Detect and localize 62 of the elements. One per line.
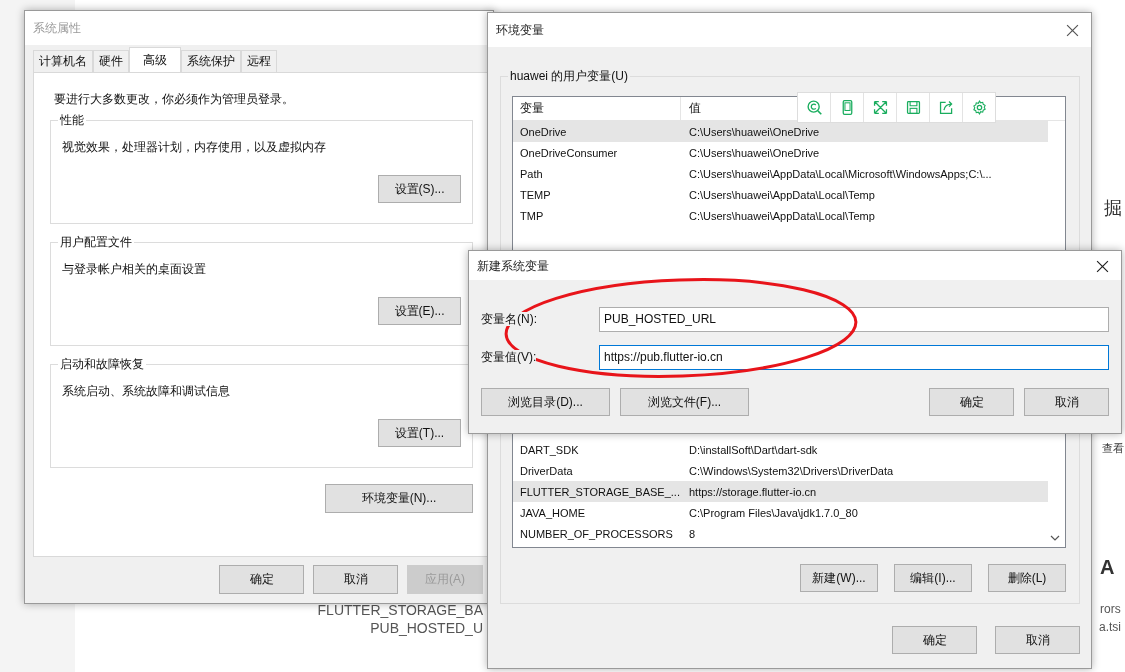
group-title: huawei 的用户变量(U) (508, 69, 631, 84)
group-description: 系统启动、系统故障和调试信息 (62, 383, 231, 399)
page-text: A (1100, 556, 1115, 579)
group-description: 与登录帐户相关的桌面设置 (62, 261, 207, 277)
table-row[interactable]: Path C:\Users\huawei\AppData\Local\Microsoft\WindowsApps;C:\... (513, 163, 1048, 184)
table-action-button[interactable]: 删除(L) (988, 564, 1066, 592)
table-action-button[interactable]: 编辑(I)... (894, 564, 972, 592)
window-title: 系统属性 (33, 19, 81, 37)
share-icon[interactable] (937, 99, 955, 116)
dialog-button[interactable]: 取消 (995, 626, 1080, 654)
dialog-button[interactable]: 取消 (1024, 388, 1109, 416)
group-description: 视觉效果，处理器计划，内存使用，以及虚拟内存 (62, 139, 327, 155)
table-row[interactable]: TMP C:\Users\huawei\AppData\Local\Temp (513, 205, 1048, 226)
field-label: 变量值(V): (481, 350, 537, 364)
close-icon[interactable] (1066, 23, 1079, 37)
tab[interactable]: 计算机名 (33, 50, 93, 72)
table-row[interactable]: DriverData C:\Windows\System32\Drivers\DriverData (513, 460, 1048, 481)
table-row[interactable]: JAVA_HOME C:\Program Files\Java\jdk1.7.0_80 (513, 502, 1048, 523)
close-icon[interactable] (1096, 260, 1109, 273)
input-field[interactable]: https://pub.flutter-io.cn (599, 345, 1109, 370)
table-action-button[interactable]: 新建(W)... (800, 564, 878, 592)
notice-text: 要进行大多数更改，你必须作为管理员登录。 (54, 91, 295, 107)
tab[interactable]: 高级 (129, 47, 181, 72)
page-text: rors (1100, 602, 1121, 616)
table-row[interactable]: FLUTTER_STORAGE_BASE_... https://storage.flutter-io.cn (513, 481, 1048, 502)
dialog-button[interactable]: 取消 (313, 565, 398, 594)
window-title: 环境变量 (496, 21, 544, 39)
window-title: 新建系统变量 (477, 258, 549, 275)
group-title: 性能 (58, 113, 86, 128)
page-text: 掘 (1104, 197, 1122, 220)
chevron-down-icon[interactable] (1050, 535, 1060, 541)
dialog-button[interactable]: 确定 (929, 388, 1014, 416)
magnifier-icon[interactable] (805, 99, 823, 116)
field-label: 变量名(N): (481, 312, 537, 326)
settings-button[interactable]: 设置(E)... (378, 297, 461, 325)
page-text: PUB_HOSTED_U (370, 620, 483, 636)
table-row[interactable]: TEMP C:\Users\huawei\AppData\Local\Temp (513, 184, 1048, 205)
column-header: 变量 (513, 97, 681, 120)
table-row[interactable]: NUMBER_OF_PROCESSORS 8 (513, 523, 1048, 544)
environment-variables-button[interactable]: 环境变量(N)... (325, 484, 473, 513)
settings-icon[interactable] (970, 99, 988, 116)
column-header: 值 (688, 100, 701, 117)
tab[interactable]: 远程 (241, 50, 277, 72)
page-text: a.tsi (1099, 620, 1121, 634)
input-field[interactable]: PUB_HOSTED_URL (599, 307, 1109, 332)
save-icon[interactable] (904, 99, 922, 116)
page-text: 查看 (1102, 441, 1124, 456)
table-row[interactable]: OneDriveConsumer C:\Users\huawei\OneDrive (513, 142, 1048, 163)
group-title: 启动和故障恢复 (58, 357, 146, 372)
table-row[interactable]: DART_SDK D:\installSoft\Dart\dart-sdk (513, 439, 1048, 460)
tab[interactable]: 系统保护 (181, 50, 241, 72)
group-title: 用户配置文件 (58, 235, 134, 250)
page-text: FLUTTER_STORAGE_BA (317, 602, 483, 618)
tab[interactable]: 硬件 (93, 50, 129, 72)
dialog-button[interactable]: 确定 (892, 626, 977, 654)
settings-button[interactable]: 设置(S)... (378, 175, 461, 203)
table-row[interactable]: OneDrive C:\Users\huawei\OneDrive (513, 121, 1048, 142)
browse-button[interactable]: 浏览文件(F)... (620, 388, 749, 416)
dialog-button[interactable]: 确定 (219, 565, 304, 594)
browse-button[interactable]: 浏览目录(D)... (481, 388, 610, 416)
settings-button[interactable]: 设置(T)... (378, 419, 461, 447)
expand-icon[interactable] (871, 99, 889, 116)
